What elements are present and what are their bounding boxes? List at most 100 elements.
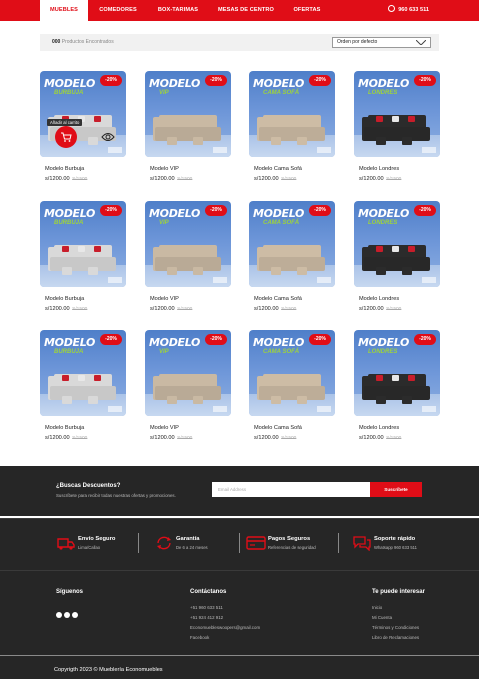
product-name[interactable]: Modelo Londres xyxy=(359,296,399,302)
product-card[interactable]: MODELO LONDRES -20% Modelo Londres s/1200.00… xyxy=(354,330,440,445)
product-card[interactable]: MODELO BURBUJA -20% Añadir al carrito Modelo… xyxy=(40,71,126,221)
product-current-price: s/1200.00 xyxy=(254,176,279,182)
product-old-price: S/1500 xyxy=(281,177,297,182)
product-card[interactable]: MODELO VIP -20% Modelo VIP s/1200.00 S/1500 xyxy=(145,330,231,445)
product-name[interactable]: Modelo Cama Sofá xyxy=(254,425,302,431)
product-card[interactable]: MODELO LONDRES -20% Modelo Londres s/1200.00… xyxy=(354,71,440,186)
product-old-price: S/1500 xyxy=(72,177,88,182)
footer-follow-title: Síguenos xyxy=(56,589,84,595)
product-image-title: MODELO xyxy=(149,207,201,220)
product-card[interactable]: MODELO CAMA SOFÁ -20% Modelo Cama Sofá s/120… xyxy=(249,201,335,316)
product-card[interactable]: MODELO LONDRES -20% Modelo Londres s/1200.00… xyxy=(354,201,440,316)
product-price: s/1200.00 S/1500 xyxy=(254,306,296,312)
divider xyxy=(138,533,139,553)
product-image[interactable]: MODELO BURBUJA -20% xyxy=(40,330,126,416)
product-image[interactable]: MODELO CAMA SOFÁ -20% xyxy=(249,71,335,157)
product-image[interactable]: MODELO CAMA SOFÁ -20% xyxy=(249,330,335,416)
product-image[interactable]: MODELO LONDRES -20% xyxy=(354,330,440,416)
facebook-icon[interactable] xyxy=(56,612,62,618)
product-name[interactable]: Modelo Burbuja xyxy=(45,166,84,172)
nav-item-muebles[interactable]: MUEBLES xyxy=(40,0,88,21)
instagram-icon[interactable] xyxy=(64,612,70,618)
nav-item-mesas-de-centro[interactable]: MESAS DE CENTRO xyxy=(213,0,279,21)
product-name[interactable]: Modelo VIP xyxy=(150,296,179,302)
results-count-label: Productos Encontrados xyxy=(61,39,114,45)
product-image-subtitle: VIP xyxy=(159,220,169,226)
nav-item-ofertas[interactable]: OFERTAS xyxy=(285,0,329,21)
nav-item-comedores[interactable]: COMEDORES xyxy=(92,0,144,21)
product-price: s/1200.00 S/1500 xyxy=(359,176,401,182)
footer-link-mi-cuenta[interactable]: Mi Cuenta xyxy=(372,615,392,620)
product-name[interactable]: Modelo VIP xyxy=(150,425,179,431)
product-old-price: S/1500 xyxy=(177,177,193,182)
product-current-price: s/1200.00 xyxy=(254,306,279,312)
product-image[interactable]: MODELO VIP -20% xyxy=(145,330,231,416)
footer-contact-phone-1[interactable]: +51 960 633 511 xyxy=(190,605,223,610)
features-bar: Envío Seguro Lima/Callao Garantía De 6 a… xyxy=(0,518,479,570)
product-card[interactable]: MODELO BURBUJA -20% Modelo Burbuja s/1200.00… xyxy=(40,330,126,445)
product-card[interactable]: MODELO BURBUJA -20% Modelo Burbuja s/1200.00… xyxy=(40,201,126,316)
product-image[interactable]: MODELO LONDRES -20% xyxy=(354,71,440,157)
product-card[interactable]: MODELO CAMA SOFÁ -20% Modelo Cama Sofá s/120… xyxy=(249,330,335,445)
footer-link-reclamaciones[interactable]: Libro de Reclamaciones xyxy=(372,635,419,640)
product-name[interactable]: Modelo Cama Sofá xyxy=(254,166,302,172)
product-card[interactable]: MODELO VIP -20% Modelo VIP s/1200.00 S/1500 xyxy=(145,71,231,186)
product-image[interactable]: MODELO LONDRES -20% xyxy=(354,201,440,287)
footer-contact-title: Contáctanos xyxy=(190,589,227,595)
product-card[interactable]: MODELO VIP -20% Modelo VIP s/1200.00 S/1500 xyxy=(145,201,231,316)
product-name[interactable]: Modelo Burbuja xyxy=(45,296,84,302)
discount-badge: -20% xyxy=(414,75,436,86)
product-price: s/1200.00 S/1500 xyxy=(45,306,87,312)
product-old-price: S/1500 xyxy=(177,436,193,441)
add-to-cart-button[interactable] xyxy=(55,126,77,148)
product-current-price: s/1200.00 xyxy=(45,306,70,312)
footer-contact-phone-2[interactable]: +51 924 412 912 xyxy=(190,615,223,620)
cart-icon xyxy=(61,132,72,142)
product-price: s/1200.00 S/1500 xyxy=(254,435,296,441)
footer-divider xyxy=(0,655,479,656)
product-image-subtitle: VIP xyxy=(159,349,169,355)
feature-subtitle: Whatsapp 960 633 511 xyxy=(374,545,417,550)
footer-link-inicio[interactable]: Inicio xyxy=(372,605,382,610)
footer-contact-email[interactable]: Economuebleswoopers@gmail.com xyxy=(190,625,260,630)
footer-contact-facebook[interactable]: Facebook xyxy=(190,635,209,640)
product-card[interactable]: MODELO CAMA SOFÁ -20% Modelo Cama Sofá s/120… xyxy=(249,71,335,186)
discount-badge: -20% xyxy=(205,334,227,345)
product-image-title: MODELO xyxy=(44,207,96,220)
product-current-price: s/1200.00 xyxy=(359,306,384,312)
product-name[interactable]: Modelo Burbuja xyxy=(45,425,84,431)
product-image-title: MODELO xyxy=(253,77,305,90)
sort-select[interactable]: Orden por defecto xyxy=(332,37,431,48)
product-image[interactable]: MODELO BURBUJA -20% xyxy=(40,201,126,287)
product-old-price: S/1500 xyxy=(281,307,297,312)
product-name[interactable]: Modelo Londres xyxy=(359,166,399,172)
nav-item-box-tarimas[interactable]: BOX-TARIMAS xyxy=(148,0,208,21)
product-image-subtitle: BURBUJA xyxy=(54,220,84,226)
discount-badge: -20% xyxy=(309,205,331,216)
feature-title: Pagos Seguros xyxy=(268,536,311,542)
product-old-price: S/1500 xyxy=(72,307,88,312)
footer-interest-title: Te puede interesar xyxy=(372,589,425,595)
product-current-price: s/1200.00 xyxy=(359,435,384,441)
product-current-price: s/1200.00 xyxy=(45,435,70,441)
newsletter-subscribe-button[interactable]: Suscríbete xyxy=(370,482,422,497)
nav-phone[interactable]: 960 633 511 xyxy=(388,0,429,21)
top-navbar: MUEBLES COMEDORES BOX-TARIMAS MESAS DE C… xyxy=(0,0,479,21)
product-image[interactable]: MODELO CAMA SOFÁ -20% xyxy=(249,201,335,287)
product-image-subtitle: CAMA SOFÁ xyxy=(263,349,300,355)
product-price: s/1200.00 S/1500 xyxy=(150,435,192,441)
product-image-subtitle: CAMA SOFÁ xyxy=(263,220,300,226)
newsletter-email-input[interactable]: Email Address xyxy=(212,482,370,497)
newsletter-title: ¿Buscas Descuentos? xyxy=(56,483,121,489)
product-current-price: s/1200.00 xyxy=(150,306,175,312)
footer-link-terminos[interactable]: Términos y Condiciones xyxy=(372,625,419,630)
quick-view-button[interactable] xyxy=(96,126,118,148)
product-image[interactable]: MODELO VIP -20% xyxy=(145,201,231,287)
eye-icon xyxy=(101,133,115,141)
twitter-icon[interactable] xyxy=(72,612,78,618)
product-name[interactable]: Modelo Cama Sofá xyxy=(254,296,302,302)
product-name[interactable]: Modelo Londres xyxy=(359,425,399,431)
product-name[interactable]: Modelo VIP xyxy=(150,166,179,172)
product-image[interactable]: MODELO VIP -20% xyxy=(145,71,231,157)
newsletter-section: ¿Buscas Descuentos? Suscríbete para reci… xyxy=(0,466,479,516)
